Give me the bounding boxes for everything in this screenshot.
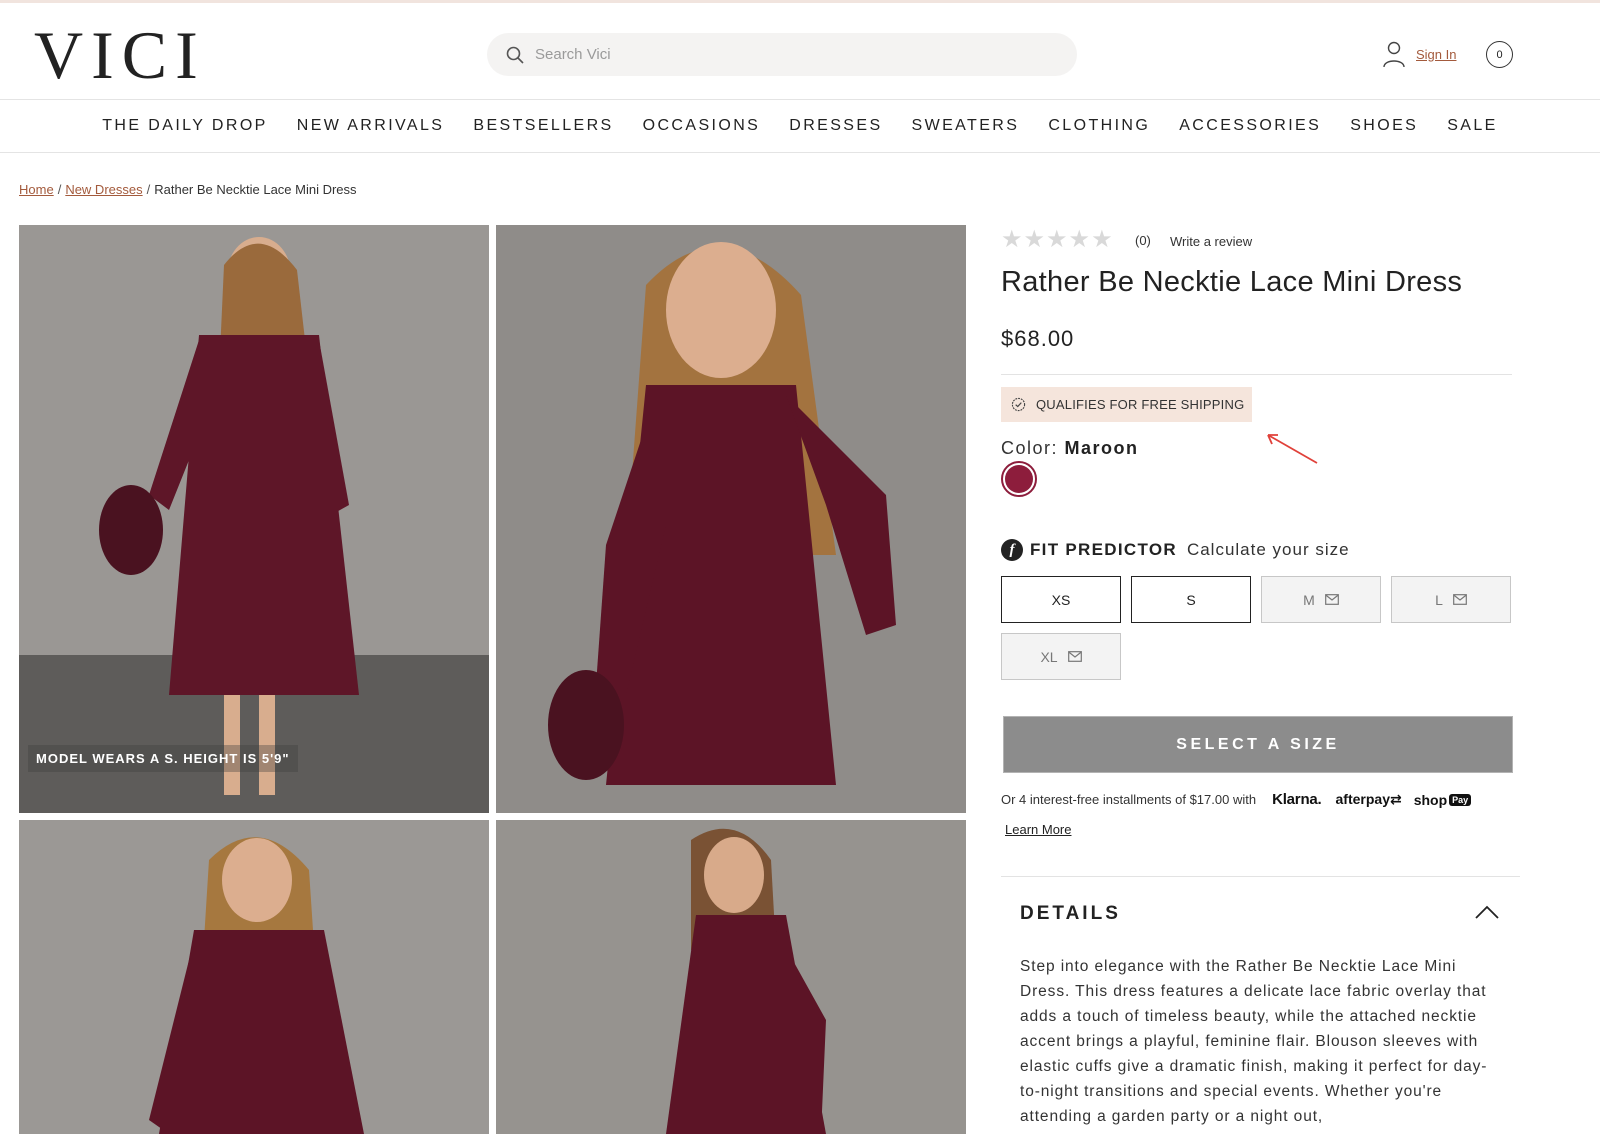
- product-image-3[interactable]: [19, 820, 489, 1134]
- nav-item-sweaters[interactable]: SWEATERS: [912, 117, 1020, 135]
- select-size-button[interactable]: SELECT A SIZE: [1003, 716, 1513, 773]
- search-icon: [506, 46, 524, 64]
- installments-text: Or 4 interest-free installments of $17.0…: [1001, 792, 1257, 807]
- main-nav: THE DAILY DROP NEW ARRIVALS BESTSELLERS …: [0, 100, 1600, 152]
- breadcrumb: Home / New Dresses / Rather Be Necktie Lace …: [19, 182, 357, 197]
- product-title: Rather Be Necktie Lace Mini Dress: [1001, 266, 1463, 298]
- nav-item-bestsellers[interactable]: BESTSELLERS: [473, 117, 613, 135]
- cart-button[interactable]: 0: [1486, 41, 1513, 68]
- afterpay-text: afterpay: [1335, 791, 1390, 807]
- size-label: S: [1186, 591, 1196, 608]
- star-icon: ★: [1091, 226, 1113, 253]
- breadcrumb-separator: /: [57, 182, 62, 197]
- size-option-s[interactable]: S: [1131, 576, 1251, 623]
- write-review-link[interactable]: Write a review: [1170, 234, 1252, 249]
- learn-more-link[interactable]: Learn More: [1005, 822, 1071, 837]
- size-label: XS: [1051, 591, 1071, 608]
- free-shipping-text: QUALIFIES FOR FREE SHIPPING: [1036, 397, 1245, 412]
- installments-row: Or 4 interest-free installments of $17.0…: [1001, 791, 1472, 808]
- envelope-icon: [1324, 594, 1339, 605]
- product-photo-side: [19, 820, 489, 1134]
- product-price: $68.00: [1001, 326, 1075, 351]
- details-divider: [1001, 876, 1520, 877]
- rating-stars: ★ ★ ★ ★ ★: [1001, 228, 1113, 252]
- shoppay-text: shop: [1413, 791, 1448, 808]
- reviews-count[interactable]: (0): [1135, 233, 1151, 248]
- model-size-caption: MODEL WEARS A S. HEIGHT IS 5'9": [28, 745, 298, 772]
- shoppay-badge: Pay: [1449, 793, 1472, 806]
- star-icon: ★: [1046, 226, 1068, 253]
- fit-predictor-logo-icon: f: [1001, 539, 1023, 561]
- user-icon: [1383, 41, 1405, 68]
- account-area[interactable]: Sign In: [1382, 40, 1456, 68]
- search-bar[interactable]: [487, 33, 1077, 76]
- top-accent-line: [0, 0, 1600, 3]
- product-photo-back: [496, 820, 966, 1134]
- nav-item-occasions[interactable]: OCCASIONS: [643, 117, 761, 135]
- product-image-1[interactable]: MODEL WEARS A S. HEIGHT IS 5'9": [19, 225, 489, 813]
- free-shipping-badge: QUALIFIES FOR FREE SHIPPING: [1001, 387, 1252, 422]
- sign-in-link[interactable]: Sign In: [1416, 47, 1456, 62]
- size-option-l[interactable]: L: [1391, 576, 1511, 623]
- color-swatch-maroon[interactable]: [1001, 461, 1037, 497]
- envelope-icon: [1067, 651, 1082, 662]
- swatch-fill: [1005, 465, 1033, 493]
- nav-item-accessories[interactable]: ACCESSORIES: [1179, 117, 1321, 135]
- nav-item-shoes[interactable]: SHOES: [1350, 117, 1418, 135]
- color-label: Color:: [1001, 438, 1059, 458]
- star-icon: ★: [1023, 226, 1046, 253]
- color-value: Maroon: [1064, 438, 1139, 458]
- shoppay-logo: shop Pay: [1413, 791, 1472, 808]
- size-option-m[interactable]: M: [1261, 576, 1381, 623]
- calculate-size-link[interactable]: Calculate your size: [1187, 540, 1350, 560]
- nav-item-new-arrivals[interactable]: NEW ARRIVALS: [297, 117, 445, 135]
- breadcrumb-separator: /: [146, 182, 151, 197]
- price-divider: [1001, 374, 1512, 375]
- details-heading[interactable]: DETAILS: [1020, 903, 1121, 925]
- afterpay-logo: afterpay⇄: [1335, 791, 1402, 807]
- star-icon: ★: [1001, 226, 1023, 253]
- size-label: L: [1435, 591, 1443, 608]
- chevron-up-icon[interactable]: [1474, 904, 1500, 920]
- color-selector-label: Color: Maroon: [1001, 438, 1139, 459]
- fit-predictor-title: FIT PREDICTOR: [1030, 540, 1177, 559]
- nav-item-dresses[interactable]: DRESSES: [789, 117, 882, 135]
- nav-item-sale[interactable]: SALE: [1447, 117, 1498, 135]
- brand-logo[interactable]: VICI: [34, 21, 206, 89]
- breadcrumb-current: Rather Be Necktie Lace Mini Dress: [154, 182, 357, 197]
- check-badge-icon: [1011, 397, 1026, 412]
- details-description: Step into elegance with the Rather Be Ne…: [1020, 958, 1488, 1125]
- product-photo-front: [19, 225, 489, 813]
- size-option-xl[interactable]: XL: [1001, 633, 1121, 680]
- envelope-icon: [1452, 594, 1467, 605]
- product-image-4[interactable]: [496, 820, 966, 1134]
- size-option-xs[interactable]: XS: [1001, 576, 1121, 623]
- product-image-2[interactable]: [496, 225, 966, 813]
- breadcrumb-home[interactable]: Home: [19, 182, 54, 197]
- nav-item-clothing[interactable]: CLOTHING: [1048, 117, 1150, 135]
- product-photo-closeup: [496, 225, 966, 813]
- klarna-logo: Klarna.: [1272, 791, 1322, 808]
- nav-item-daily-drop[interactable]: THE DAILY DROP: [102, 117, 267, 135]
- cart-count: 0: [1496, 48, 1503, 61]
- search-input[interactable]: [535, 46, 1015, 63]
- fit-predictor: f FIT PREDICTOR Calculate your size: [1001, 539, 1350, 561]
- breadcrumb-category[interactable]: New Dresses: [65, 182, 142, 197]
- nav-divider: [0, 152, 1600, 153]
- size-label: XL: [1040, 648, 1058, 665]
- size-label: M: [1303, 591, 1315, 608]
- star-icon: ★: [1068, 226, 1091, 253]
- annotation-arrow-icon: [1267, 434, 1318, 464]
